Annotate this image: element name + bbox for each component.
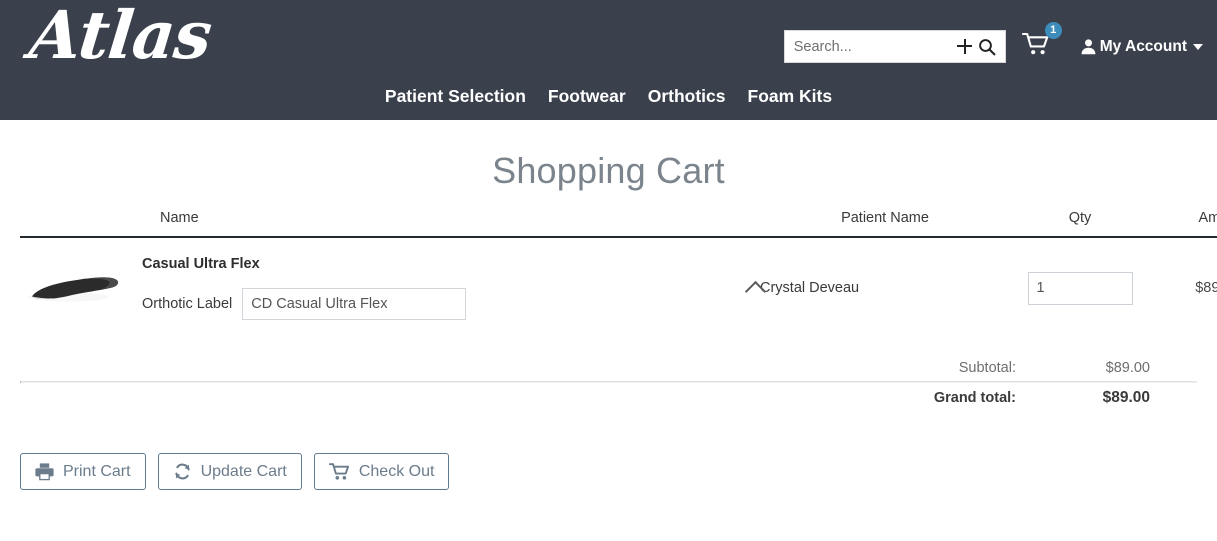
plus-icon[interactable] — [954, 36, 976, 58]
cart-table: Name Patient Name Qty Amount — [20, 210, 1217, 338]
search-box[interactable] — [783, 30, 1006, 63]
search-icon[interactable] — [976, 36, 998, 58]
page-title: Shopping Cart — [492, 150, 725, 191]
shopping-cart-icon — [328, 462, 350, 481]
cart-actions: Print Cart Update Cart Check Out — [20, 453, 1197, 490]
column-header-name: Name — [20, 210, 760, 238]
account-menu[interactable]: My Account — [1080, 38, 1203, 56]
nav-item-footwear[interactable]: Footwear — [548, 86, 626, 107]
grand-total-label: Grand total: — [933, 390, 1016, 406]
update-cart-button[interactable]: Update Cart — [157, 453, 302, 490]
line-amount: $89.00 — [1195, 280, 1217, 297]
print-cart-label: Print Cart — [63, 462, 131, 480]
subtotal-label: Subtotal: — [958, 360, 1016, 376]
cart-item-patient-cell: Crystal Deveau — [744, 237, 1010, 338]
cart-table-header: Name Patient Name Qty Amount — [20, 210, 1217, 238]
qty-input[interactable] — [1027, 271, 1133, 305]
print-cart-button[interactable]: Print Cart — [20, 453, 146, 490]
column-header-patient: Patient Name — [760, 210, 1010, 238]
orthotic-label-text: Orthotic Label — [142, 296, 233, 312]
update-cart-label: Update Cart — [200, 462, 287, 480]
column-header-qty: Qty — [1010, 210, 1150, 238]
search-input[interactable] — [793, 38, 954, 55]
cart-table-body: Casual Ultra Flex Orthotic Label Crystal… — [20, 237, 1217, 338]
grand-total-row: Grand total: $89.00 — [20, 383, 1197, 407]
nav-item-patient-selection[interactable]: Patient Selection — [385, 86, 526, 107]
cart-badge: 1 — [1044, 22, 1062, 39]
printer-icon — [35, 462, 54, 481]
check-out-button[interactable]: Check Out — [313, 453, 450, 490]
table-row: Casual Ultra Flex Orthotic Label Crystal… — [20, 237, 1217, 338]
cart-item-amount-cell: $89.00 — [1150, 237, 1217, 338]
user-icon — [1080, 38, 1097, 55]
header-tools: 1 My Account — [783, 22, 1203, 63]
patient-name: Crystal Deveau — [760, 280, 860, 296]
header-cart-button[interactable]: 1 — [1021, 22, 1062, 62]
grand-total-value: $89.00 — [1102, 389, 1150, 406]
cart-item-name-cell: Casual Ultra Flex Orthotic Label — [20, 237, 760, 338]
shopping-cart-icon — [1021, 32, 1052, 61]
subtotal-row: Subtotal: $89.00 — [20, 360, 1197, 381]
account-menu-label: My Account — [1099, 37, 1187, 55]
main-nav: Patient Selection Footwear Orthotics Foa… — [0, 86, 1217, 107]
cart-item-qty-cell — [1010, 237, 1150, 338]
totals-section: Subtotal: $89.00 Grand total: $89.00 — [20, 360, 1197, 407]
site-header: Atlas 1 — [0, 0, 1217, 120]
check-out-label: Check Out — [358, 462, 435, 480]
chevron-down-icon — [1193, 43, 1203, 50]
subtotal-value: $89.00 — [1105, 360, 1150, 376]
orthotic-insole-image — [20, 249, 138, 327]
refresh-icon — [173, 462, 192, 481]
orthotic-label-input[interactable] — [242, 288, 467, 320]
nav-item-foam-kits[interactable]: Foam Kits — [748, 86, 833, 107]
page-content: Shopping Cart Name Patient Name Qty Amou… — [0, 150, 1217, 490]
column-header-amount: Amount — [1150, 210, 1217, 238]
nav-item-orthotics[interactable]: Orthotics — [648, 86, 726, 107]
product-title: Casual Ultra Flex — [142, 256, 260, 272]
cart-table-header-row: Name Patient Name Qty Amount — [20, 210, 1217, 238]
brand-logo[interactable]: Atlas — [26, 0, 215, 74]
